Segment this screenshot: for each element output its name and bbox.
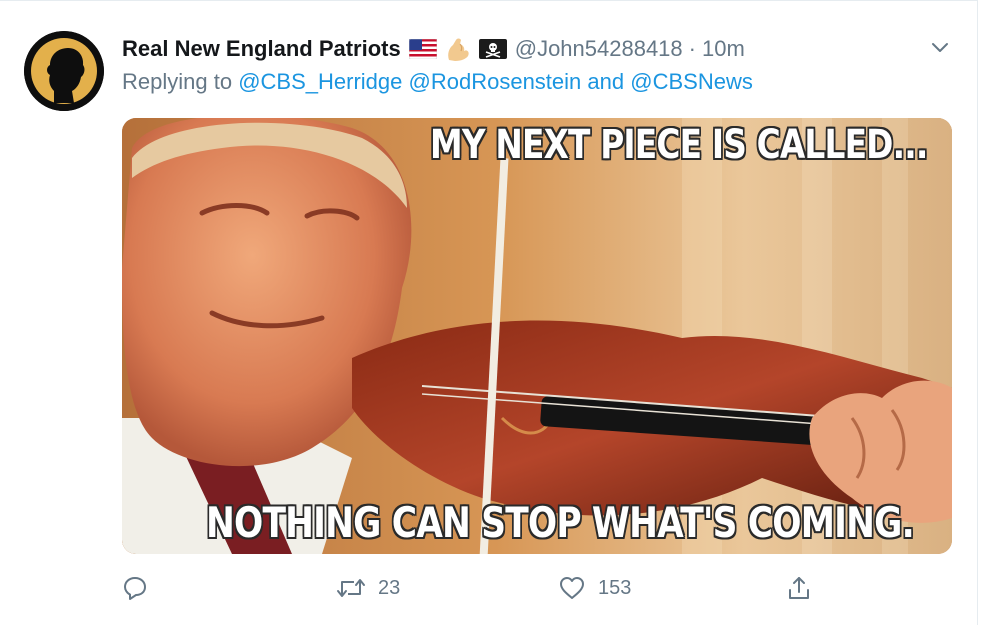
mention-link[interactable]: @CBS_Herridge — [238, 69, 402, 94]
avatar[interactable] — [24, 31, 104, 111]
retweet-icon — [337, 579, 365, 597]
replying-to-line: Replying to @CBS_Herridge @RodRosenstein… — [122, 69, 753, 95]
like-count: 153 — [598, 576, 632, 599]
mention-link[interactable]: @CBSNews — [630, 69, 753, 94]
user-handle[interactable]: @John54288418 — [515, 36, 683, 62]
display-name[interactable]: Real New England Patriots — [122, 36, 401, 62]
tweet-card[interactable]: Real New England Patriots @John54288418 … — [0, 0, 978, 625]
share-icon — [789, 577, 809, 599]
mention-joiner[interactable]: and — [587, 69, 624, 94]
heart-icon — [560, 577, 584, 599]
replying-to-label: Replying to — [122, 69, 233, 94]
avatar-image — [24, 31, 104, 111]
flexed-bicep-icon — [445, 36, 471, 62]
retweet-button[interactable]: 23 — [336, 571, 400, 605]
tweet-header: Real New England Patriots @John54288418 … — [122, 35, 745, 63]
tweet-media-image[interactable]: MY NEXT PIECE IS CALLED... NOTHING CAN S… — [122, 118, 952, 554]
mention-link[interactable]: @RodRosenstein — [409, 69, 582, 94]
like-button[interactable]: 153 — [558, 571, 631, 605]
pirate-flag-icon — [478, 39, 507, 59]
meme-image — [122, 118, 952, 554]
separator-dot: · — [688, 36, 696, 61]
us-flag-icon — [408, 39, 437, 59]
meme-caption-bottom: NOTHING CAN STOP WHAT'S COMING. — [206, 498, 915, 547]
tweet-action-bar: 23 153 — [122, 571, 822, 605]
share-button[interactable] — [786, 571, 812, 605]
meme-caption-top: MY NEXT PIECE IS CALLED... — [430, 122, 928, 168]
retweet-count: 23 — [378, 576, 401, 599]
reply-button[interactable] — [122, 571, 160, 605]
tweet-timestamp[interactable]: 10m — [702, 36, 745, 62]
chevron-down-icon[interactable] — [928, 37, 952, 57]
reply-icon — [124, 577, 146, 600]
